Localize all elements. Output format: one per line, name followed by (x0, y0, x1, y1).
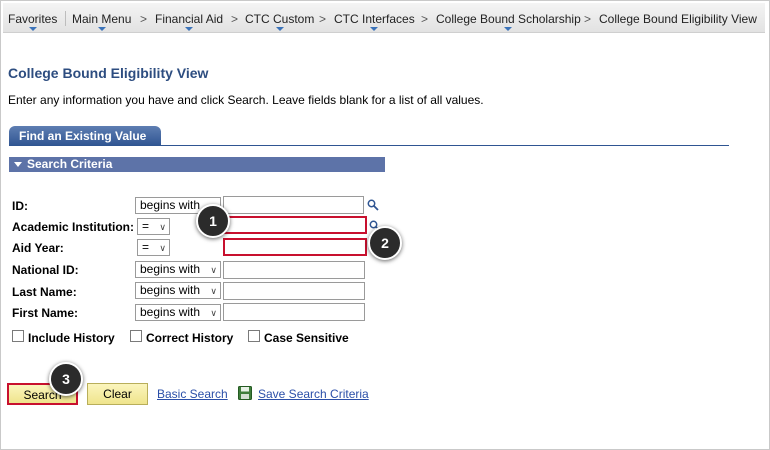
id-label: ID: (12, 199, 28, 213)
national-id-input[interactable] (223, 261, 365, 279)
breadcrumb-label: Favorites (8, 12, 58, 26)
breadcrumb-favorites[interactable]: Favorites (8, 12, 58, 31)
dropdown-arrow-icon (185, 27, 194, 31)
breadcrumb-separator: > (140, 12, 148, 26)
chevron-down-icon: ∨ (159, 222, 166, 232)
breadcrumb-ctc-interfaces[interactable]: CTC Interfaces (334, 12, 415, 31)
operator-value: = (142, 219, 150, 233)
dropdown-arrow-icon (28, 27, 37, 31)
chevron-down-icon: ∨ (210, 286, 217, 296)
dropdown-arrow-icon (275, 27, 284, 31)
chevron-down-icon: ∨ (159, 243, 166, 253)
dropdown-arrow-icon (370, 27, 379, 31)
breadcrumb-label: College Bound Scholarship (436, 12, 581, 26)
basic-search-link[interactable]: Basic Search (157, 387, 228, 401)
step-marker-1: 1 (196, 204, 230, 238)
correct-history-label: Correct History (146, 331, 234, 345)
tab-divider (9, 145, 729, 146)
breadcrumb-label: College Bound Eligibility View (599, 12, 757, 26)
include-history-checkbox[interactable] (12, 330, 24, 342)
last-name-input[interactable] (223, 282, 365, 300)
tab-find-existing-value[interactable]: Find an Existing Value (9, 126, 161, 146)
breadcrumb-label: CTC Interfaces (334, 12, 415, 26)
academic-institution-label: Academic Institution: (12, 220, 135, 234)
dropdown-arrow-icon (504, 27, 513, 31)
breadcrumb-label: CTC Custom (245, 12, 315, 26)
clear-button[interactable]: Clear (87, 383, 148, 405)
last-name-label: Last Name: (12, 285, 77, 299)
operator-value: begins with (140, 262, 201, 276)
first-name-label: First Name: (12, 306, 79, 320)
operator-value: begins with (140, 198, 201, 212)
academic-institution-input[interactable] (223, 216, 367, 234)
aid-year-operator-select[interactable]: = ∨ (137, 239, 170, 256)
operator-value: begins with (140, 283, 201, 297)
aid-year-label: Aid Year: (12, 241, 64, 255)
breadcrumb-main-menu[interactable]: Main Menu (72, 12, 132, 31)
operator-value: = (142, 240, 150, 254)
magnifier-icon[interactable] (367, 199, 379, 211)
page-title: College Bound Eligibility View (8, 65, 209, 81)
operator-value: begins with (140, 305, 201, 319)
section-label: Search Criteria (27, 157, 113, 171)
divider (65, 11, 66, 26)
aid-year-input[interactable] (223, 238, 367, 256)
breadcrumb-label: Main Menu (72, 12, 132, 26)
national-id-label: National ID: (12, 263, 79, 277)
correct-history-checkbox[interactable] (130, 330, 142, 342)
dropdown-arrow-icon (97, 27, 106, 31)
triangle-down-icon (14, 162, 22, 167)
chevron-down-icon: ∨ (210, 265, 217, 275)
include-history-label: Include History (28, 331, 115, 345)
first-name-operator-select[interactable]: begins with ∨ (135, 304, 221, 321)
breadcrumb-current-page: College Bound Eligibility View (599, 12, 757, 26)
floppy-disk-icon (238, 386, 252, 400)
page-instructions: Enter any information you have and click… (8, 93, 484, 107)
case-sensitive-label: Case Sensitive (264, 331, 349, 345)
breadcrumb-financial-aid[interactable]: Financial Aid (155, 12, 224, 31)
breadcrumb-separator: > (231, 12, 239, 26)
national-id-operator-select[interactable]: begins with ∨ (135, 261, 221, 278)
breadcrumb-college-bound-scholarship[interactable]: College Bound Scholarship (436, 12, 581, 31)
academic-institution-operator-select[interactable]: = ∨ (137, 218, 170, 235)
breadcrumb-ctc-custom[interactable]: CTC Custom (245, 12, 315, 31)
breadcrumb-separator: > (319, 12, 327, 26)
id-input[interactable] (223, 196, 364, 214)
search-criteria-header[interactable]: Search Criteria (9, 157, 385, 172)
breadcrumb-separator: > (584, 12, 592, 26)
step-marker-3: 3 (49, 362, 83, 396)
breadcrumb-label: Financial Aid (155, 12, 224, 26)
last-name-operator-select[interactable]: begins with ∨ (135, 282, 221, 299)
case-sensitive-checkbox[interactable] (248, 330, 260, 342)
step-marker-2: 2 (368, 226, 402, 260)
breadcrumb: Favorites Main Menu > Financial Aid > CT… (3, 3, 765, 33)
save-search-criteria-link[interactable]: Save Search Criteria (258, 387, 369, 401)
first-name-input[interactable] (223, 303, 365, 321)
chevron-down-icon: ∨ (210, 308, 217, 318)
breadcrumb-separator: > (421, 12, 429, 26)
